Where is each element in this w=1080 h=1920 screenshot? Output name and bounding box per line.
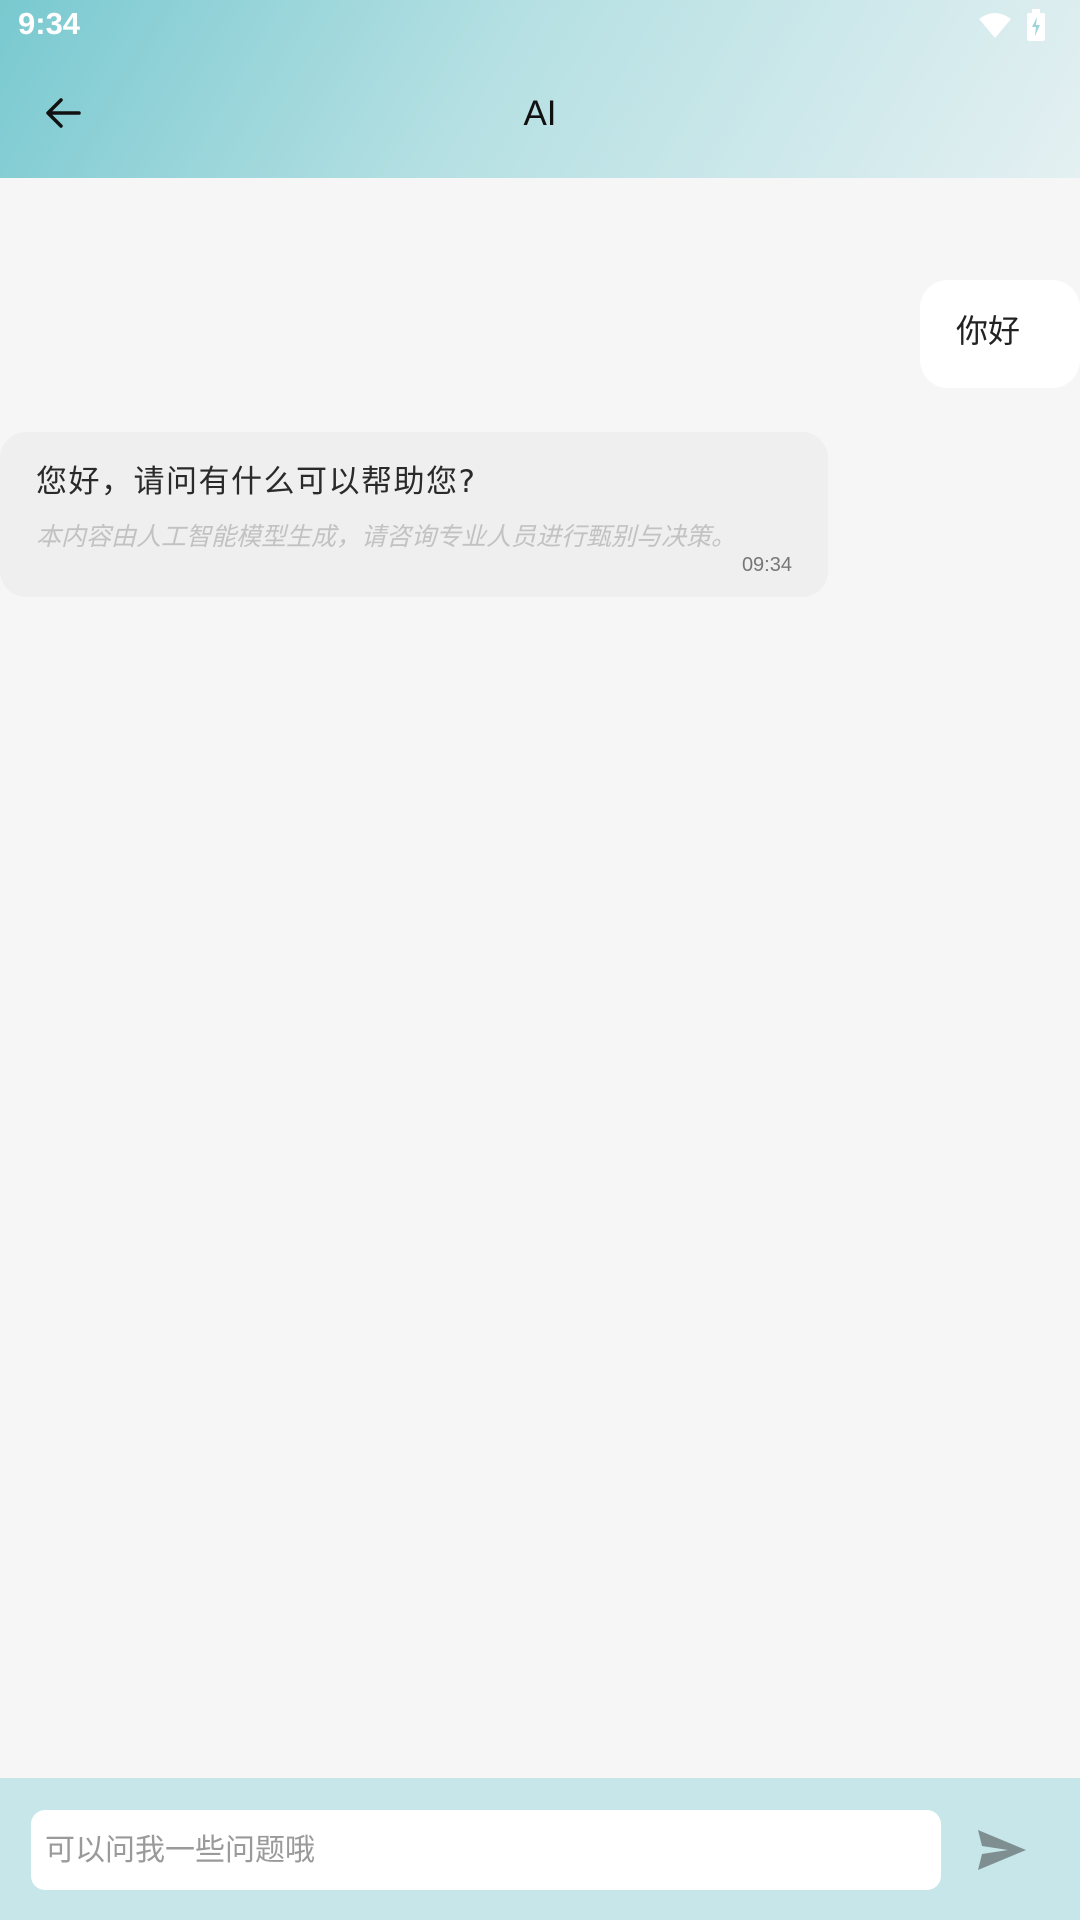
ai-disclaimer-text: 本内容由人工智能模型生成，请咨询专业人员进行甄别与决策。	[36, 522, 737, 551]
message-input[interactable]	[31, 1810, 941, 1890]
header: AI	[0, 60, 1080, 172]
app-bar: 9:34 AI	[0, 0, 1080, 178]
battery-charging-icon	[1026, 9, 1046, 45]
send-icon	[976, 1828, 1028, 1876]
page-title: AI	[523, 94, 557, 133]
input-bar	[0, 1778, 1080, 1920]
chat-area[interactable]: 你好 您好，请问有什么可以帮助您? 本内容由人工智能模型生成，请咨询专业人员进行…	[0, 178, 1080, 1778]
message-timestamp: 09:34	[741, 554, 792, 576]
user-message-bubble: 你好	[920, 280, 1080, 388]
status-bar: 9:34	[0, 0, 1080, 50]
user-message-text: 你好	[956, 312, 1021, 350]
status-icons	[978, 9, 1046, 45]
send-button[interactable]	[970, 1820, 1034, 1884]
wifi-icon	[978, 11, 1012, 43]
status-time: 9:34	[18, 6, 81, 41]
assistant-message-bubble: 您好，请问有什么可以帮助您? 本内容由人工智能模型生成，请咨询专业人员进行甄别与…	[0, 432, 828, 597]
assistant-message-text: 您好，请问有什么可以帮助您?	[36, 464, 477, 500]
